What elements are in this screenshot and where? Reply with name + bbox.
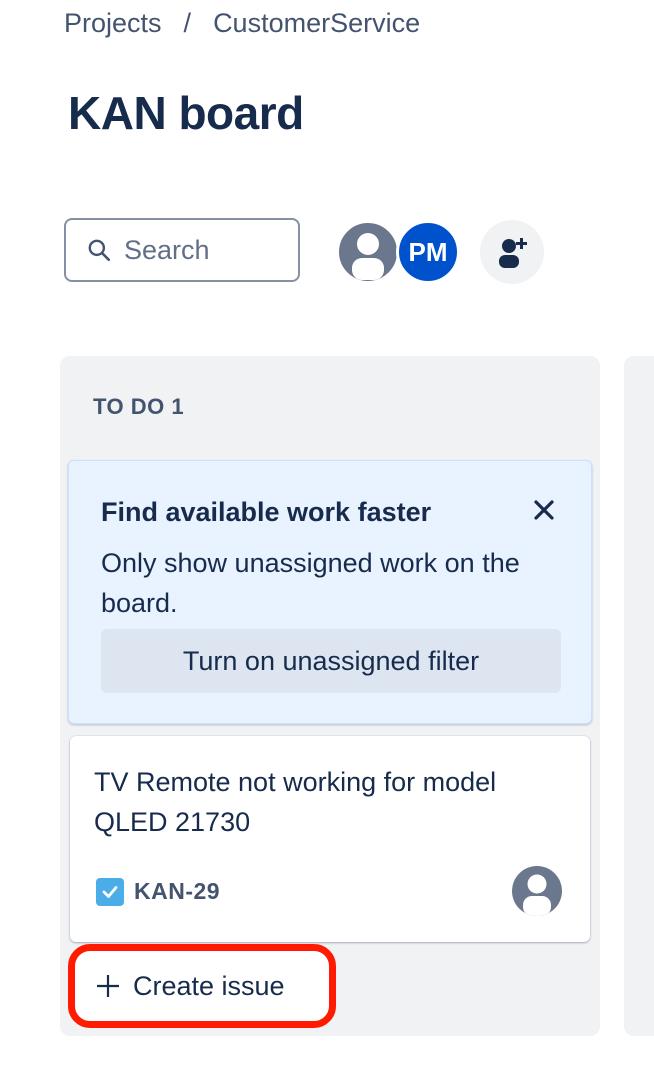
user-icon [352, 233, 384, 280]
close-button[interactable] [529, 495, 559, 525]
issue-key[interactable]: KAN-29 [134, 878, 220, 905]
add-people-button[interactable] [480, 220, 544, 284]
create-issue-label: Create issue [133, 970, 285, 1001]
task-checkbox-icon [96, 878, 124, 906]
turn-on-unassigned-filter-button[interactable]: Turn on unassigned filter [101, 629, 561, 693]
search-icon [86, 237, 112, 263]
search-input[interactable] [122, 233, 296, 267]
avatar-default-user[interactable] [336, 220, 400, 284]
breadcrumb: Projects / CustomerService [64, 8, 420, 39]
promo-title: Find available work faster [101, 497, 432, 527]
add-person-icon [499, 238, 527, 268]
column-next [624, 356, 654, 1036]
page-title: KAN board [68, 87, 304, 139]
assignee-avatar[interactable] [512, 866, 562, 916]
breadcrumb-separator: / [183, 8, 192, 38]
search-field[interactable] [64, 218, 300, 282]
promo-body: Only show unassigned work on the board. [101, 548, 520, 618]
create-issue-button[interactable]: Create issue [68, 944, 336, 1028]
user-icon [523, 874, 551, 916]
avatar-pm[interactable]: PM [396, 220, 460, 284]
breadcrumb-projects-link[interactable]: Projects [64, 8, 162, 39]
kanban-board-page: Projects / CustomerService KAN board PM … [0, 0, 654, 1068]
plus-icon [95, 973, 121, 999]
issue-card-title: TV Remote not working for model QLED 217… [94, 767, 497, 837]
close-icon [534, 500, 554, 520]
column-header: TO DO 1 [93, 394, 185, 419]
breadcrumb-project-link[interactable]: CustomerService [213, 8, 420, 39]
issue-card[interactable]: TV Remote not working for model QLED 217… [70, 736, 590, 942]
unassigned-filter-promo: Find available work faster Only show una… [68, 460, 592, 724]
column-todo: TO DO 1 Find available work faster Only … [60, 356, 600, 1036]
